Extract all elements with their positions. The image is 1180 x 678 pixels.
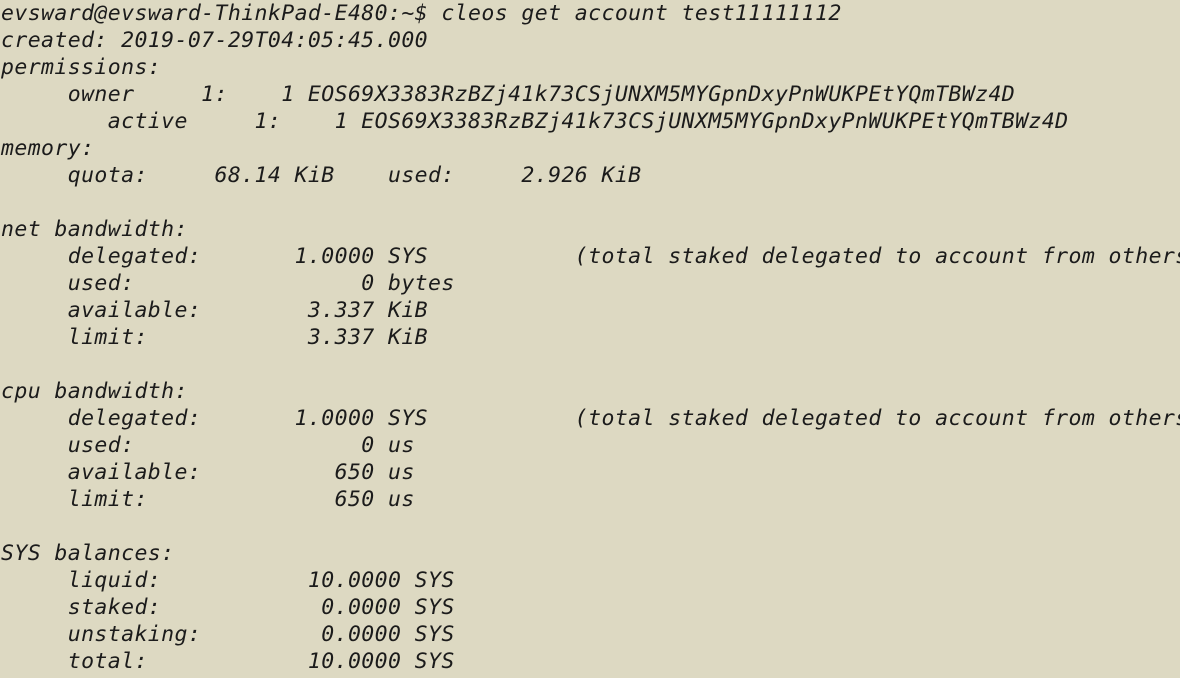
created-line: created: 2019-07-29T04:05:45.000 — [1, 28, 429, 53]
shell-prompt: evsward@evsward-ThinkPad-E480:~$ — [1, 1, 442, 26]
liquid-balance-line: liquid: 10.0000 SYS — [1, 568, 455, 593]
memory-header: memory: — [1, 136, 95, 161]
unstaking-balance-line: unstaking: 0.0000 SYS — [1, 622, 455, 647]
cpu-delegated-line: delegated: 1.0000 SYS (total staked dele… — [1, 406, 1180, 431]
net-available-line: available: 3.337 KiB — [1, 298, 429, 323]
cpu-limit-line: limit: 650 us — [1, 487, 415, 512]
sys-balances-header: SYS balances: — [1, 541, 175, 566]
total-balance-line: total: 10.0000 SYS — [1, 649, 455, 674]
command-line: evsward@evsward-ThinkPad-E480:~$ cleos g… — [1, 0, 842, 27]
cpu-used-line: used: 0 us — [1, 433, 415, 458]
net-limit-line: limit: 3.337 KiB — [1, 325, 429, 350]
net-used-line: used: 0 bytes — [1, 271, 455, 296]
net-bandwidth-header: net bandwidth: — [1, 217, 188, 242]
cpu-bandwidth-header: cpu bandwidth: — [1, 379, 188, 404]
command-text: cleos get account test11111112 — [441, 1, 842, 26]
terminal-window[interactable]: evsward@evsward-ThinkPad-E480:~$ cleos g… — [0, 0, 1180, 678]
cpu-available-line: available: 650 us — [1, 460, 415, 485]
net-delegated-line: delegated: 1.0000 SYS (total staked dele… — [1, 244, 1180, 269]
memory-quota-line: quota: 68.14 KiB used: 2.926 KiB — [1, 163, 642, 188]
active-permission-line: active 1: 1 EOS69X3383RzBZj41k73CSjUNXM5… — [1, 109, 1069, 134]
staked-balance-line: staked: 0.0000 SYS — [1, 595, 455, 620]
owner-permission-line: owner 1: 1 EOS69X3383RzBZj41k73CSjUNXM5M… — [1, 82, 1016, 107]
permissions-header: permissions: — [1, 55, 162, 80]
